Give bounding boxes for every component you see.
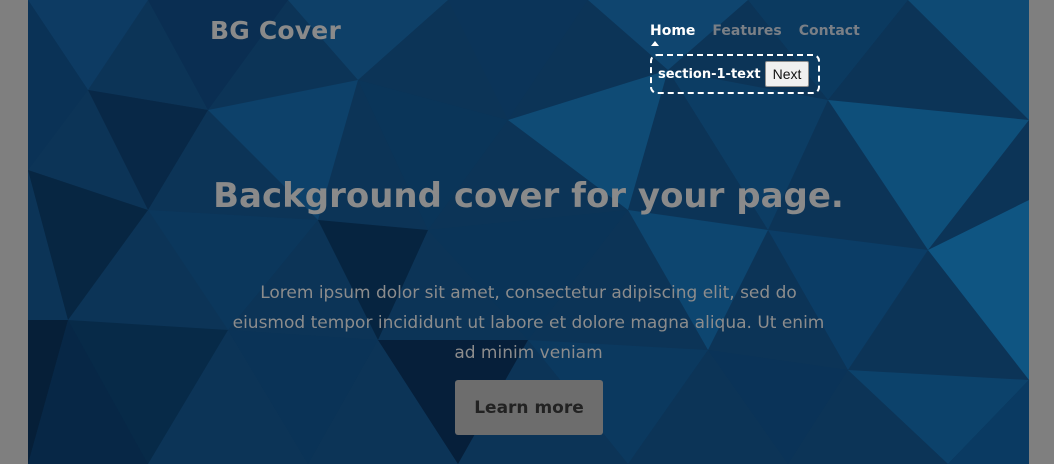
- nav-link-contact[interactable]: Contact: [799, 23, 860, 39]
- tour-tooltip: section-1-text Next: [650, 54, 820, 94]
- tour-step-text: section-1-text: [658, 66, 761, 82]
- page-gutter-left: [0, 0, 28, 464]
- hero-title: Background cover for your page.: [213, 176, 844, 216]
- tour-pointer-caret: [651, 41, 659, 46]
- cover-page: BG Cover Home Features Contact section-1…: [28, 0, 1029, 464]
- hero-description: Lorem ipsum dolor sit amet, consectetur …: [232, 283, 825, 363]
- page-gutter-right: [1029, 0, 1054, 464]
- main-nav: Home Features Contact: [650, 23, 860, 39]
- brand-title[interactable]: BG Cover: [210, 16, 341, 45]
- learn-more-button[interactable]: Learn more: [455, 380, 603, 435]
- tour-next-button[interactable]: Next: [764, 61, 810, 87]
- nav-link-home[interactable]: Home: [650, 23, 695, 39]
- nav-link-features[interactable]: Features: [712, 23, 781, 39]
